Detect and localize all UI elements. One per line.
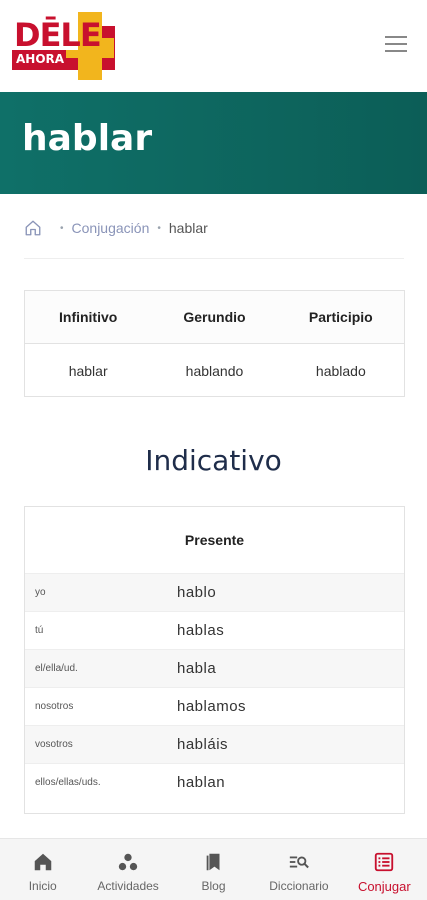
table-row: yo hablo — [25, 573, 404, 611]
pronoun: tú — [35, 625, 44, 636]
pronoun: nosotros — [35, 701, 74, 712]
header-participio: Participio — [308, 309, 373, 325]
hamburger-menu-button[interactable] — [385, 36, 409, 54]
table-row: tú hablas — [25, 611, 404, 649]
divider — [24, 258, 404, 259]
nav-label: Conjugar — [357, 879, 411, 894]
dele-ahora-logo[interactable]: DĒLE AHORA — [12, 12, 117, 80]
dictionary-search-icon — [289, 856, 309, 869]
menu-icon-bar — [385, 43, 407, 45]
conjugation-table-presente: Presente yo hablo tú hablas el/ella/ud. … — [24, 506, 405, 814]
conjugated-form: hablas — [177, 622, 225, 639]
tense-header: Presente — [184, 532, 245, 548]
logo-wordmark: DĒLE — [14, 16, 102, 54]
table-header-row: Infinitivo Gerundio Participio — [25, 291, 404, 344]
conjugated-form: habláis — [177, 736, 229, 753]
nav-label: Blog — [201, 879, 226, 893]
pronoun: el/ella/ud. — [35, 663, 78, 674]
breadcrumb: • Conjugación • hablar — [24, 216, 208, 240]
nav-label: Diccionario — [269, 879, 329, 893]
home-icon — [34, 853, 51, 871]
breadcrumb-current: hablar — [168, 220, 208, 236]
menu-icon-bar — [385, 50, 407, 52]
conjugated-form: hablo — [177, 584, 217, 601]
nav-item-actividades[interactable]: Actividades — [85, 839, 170, 900]
page-title: hablar — [22, 118, 153, 159]
value-gerundio: hablando — [185, 362, 244, 379]
verb-hero-banner: hablar — [0, 92, 427, 194]
breadcrumb-separator: • — [157, 222, 161, 234]
pronoun: vosotros — [35, 739, 73, 750]
nav-label: Actividades — [97, 879, 159, 893]
table-row: ellos/ellas/uds. hablan — [25, 763, 404, 801]
pronoun: yo — [35, 587, 46, 598]
mood-title: Indicativo — [145, 444, 282, 477]
nav-item-inicio[interactable]: Inicio — [0, 839, 85, 900]
menu-icon — [385, 36, 407, 38]
conjugated-form: habla — [177, 660, 217, 677]
list-icon — [375, 852, 394, 872]
breadcrumb-separator: • — [60, 222, 64, 234]
nav-label: Inicio — [28, 879, 57, 893]
home-icon[interactable] — [24, 219, 42, 237]
activities-icon — [118, 853, 138, 871]
header-gerundio: Gerundio — [183, 309, 246, 325]
table-row: el/ella/ud. habla — [25, 649, 404, 687]
bottom-navigation: Inicio Actividades Blog Diccionario Conj… — [0, 838, 427, 900]
conjugated-form: hablamos — [177, 698, 247, 715]
nav-item-diccionario[interactable]: Diccionario — [256, 839, 341, 900]
table-row: hablar hablando hablado — [25, 344, 404, 397]
top-bar: DĒLE AHORA — [0, 0, 427, 92]
breadcrumb-link-conjugacion[interactable]: Conjugación — [72, 220, 150, 236]
table-row: nosotros hablamos — [25, 687, 404, 725]
value-participio: hablado — [315, 362, 366, 379]
pronoun: ellos/ellas/uds. — [35, 777, 101, 788]
value-infinitivo: hablar — [68, 362, 108, 379]
table-row: vosotros habláis — [25, 725, 404, 763]
nav-item-conjugar[interactable]: Conjugar — [342, 839, 427, 900]
conjugated-form: hablan — [177, 774, 226, 791]
header-infinitivo: Infinitivo — [59, 309, 118, 325]
logo-subtitle: AHORA — [16, 52, 65, 66]
nav-item-blog[interactable]: Blog — [171, 839, 256, 900]
bookmark-icon — [206, 853, 220, 871]
verb-forms-table: Infinitivo Gerundio Participio hablar ha… — [24, 290, 405, 397]
